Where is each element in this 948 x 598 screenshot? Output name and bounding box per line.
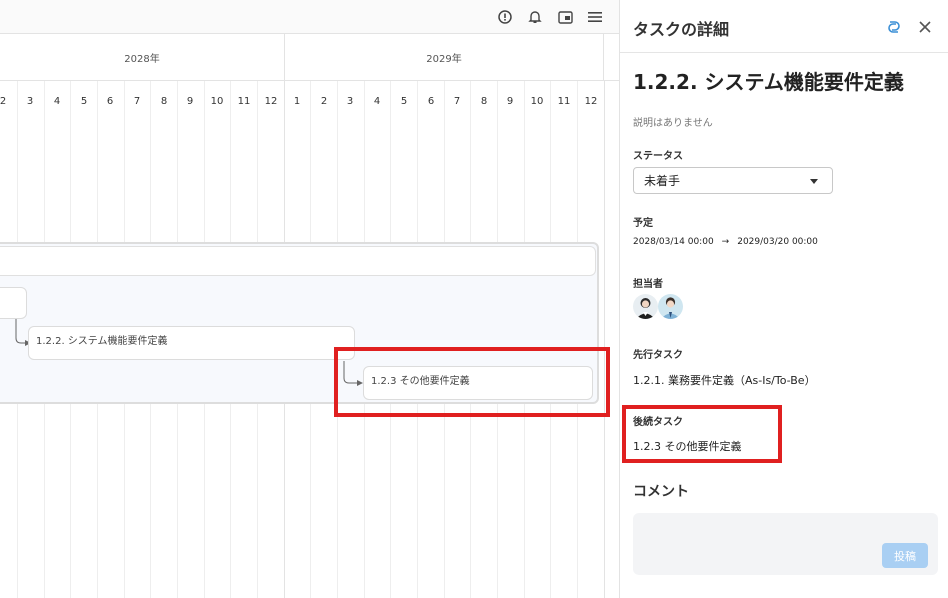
end-date: 2029/03/20 00:00 — [737, 237, 818, 247]
predecessor-label: 先行タスク — [633, 350, 683, 361]
post-button[interactable]: 投稿 — [882, 543, 928, 568]
link-icon[interactable] — [885, 18, 903, 36]
picture-in-picture-icon[interactable] — [557, 9, 573, 25]
menu-icon[interactable] — [587, 9, 603, 25]
month-cell: 4 — [53, 95, 61, 107]
gantt-chart: 2028年 2029年 2 3 4 5 6 7 8 9 10 11 12 1 2… — [0, 0, 619, 598]
task-bar-1-2-2[interactable]: 1.2.2. システム機能要件定義 — [28, 326, 355, 360]
task-title: 1.2.2. システム機能要件定義 — [633, 70, 904, 94]
month-cell: 9 — [506, 95, 514, 107]
avatar[interactable] — [633, 294, 658, 319]
arrow-right-icon: → — [721, 237, 730, 247]
month-cell: 8 — [160, 95, 168, 107]
year-cell-2028: 2028年 — [0, 34, 285, 81]
month-cell: 2 — [320, 95, 328, 107]
gantt-toolbar — [0, 0, 619, 34]
highlight-box — [334, 347, 610, 417]
schedule-dates: 2028/03/14 00:00 → 2029/03/20 00:00 — [633, 237, 818, 247]
start-date: 2028/03/14 00:00 — [633, 237, 714, 247]
month-cell: 7 — [453, 95, 461, 107]
month-cell: 11 — [237, 95, 251, 107]
month-cell: 7 — [133, 95, 141, 107]
bell-icon[interactable] — [527, 9, 543, 25]
month-cell: 6 — [427, 95, 435, 107]
panel-header: タスクの詳細 — [620, 0, 948, 53]
month-cell: 5 — [80, 95, 88, 107]
avatar[interactable] — [658, 294, 683, 319]
month-cell: 8 — [480, 95, 488, 107]
predecessor-task-bar[interactable] — [0, 287, 27, 319]
month-cell: 12 — [584, 95, 598, 107]
comment-label: コメント — [633, 484, 689, 500]
parent-task-bar[interactable] — [0, 246, 596, 276]
status-select[interactable]: 未着手 — [633, 167, 833, 194]
year-header-row: 2028年 2029年 — [0, 34, 619, 81]
predecessor-task-link[interactable]: 1.2.1. 業務要件定義（As-Is/To-Be） — [633, 372, 816, 388]
assignee-label: 担当者 — [633, 279, 663, 290]
month-cell: 6 — [106, 95, 114, 107]
panel-title: タスクの詳細 — [633, 20, 730, 39]
month-cell: 2 — [0, 95, 7, 107]
task-detail-panel: タスクの詳細 1.2.2. システム機能要件定義 説明はありません ステータス … — [619, 0, 948, 598]
status-select-value: 未着手 — [644, 174, 681, 188]
month-cell: 4 — [373, 95, 381, 107]
month-cell: 12 — [264, 95, 278, 107]
month-cell: 3 — [346, 95, 354, 107]
month-cell: 1 — [293, 95, 301, 107]
task-description: 説明はありません — [633, 118, 713, 129]
month-cell: 5 — [400, 95, 408, 107]
grid-line — [604, 81, 605, 598]
close-icon[interactable] — [916, 18, 934, 36]
schedule-label: 予定 — [633, 218, 653, 229]
year-cell-2029: 2029年 — [285, 34, 604, 81]
info-icon[interactable] — [497, 9, 513, 25]
highlight-box — [622, 405, 782, 463]
month-cell: 10 — [210, 95, 224, 107]
month-cell: 3 — [26, 95, 34, 107]
status-label: ステータス — [633, 151, 683, 162]
chevron-down-icon — [810, 179, 818, 184]
month-cell: 9 — [186, 95, 194, 107]
month-cell: 10 — [530, 95, 544, 107]
month-cell: 11 — [557, 95, 571, 107]
